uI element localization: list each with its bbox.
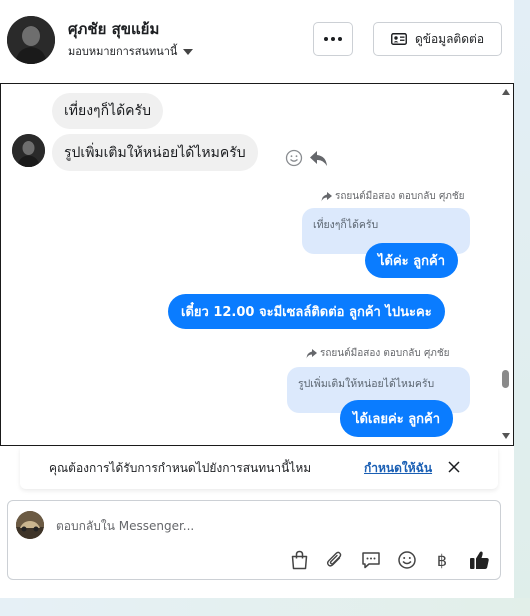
dot xyxy=(324,37,328,41)
assign-dropdown[interactable]: มอบหมายการสนทนานี้ xyxy=(68,42,194,60)
scroll-up-arrow-icon[interactable] xyxy=(502,89,510,95)
view-contact-label: ดูข้อมูลติดต่อ xyxy=(414,31,485,46)
scrollbar[interactable] xyxy=(501,86,511,442)
thumbs-up-icon xyxy=(469,551,489,569)
conversation-panel: ศุภชัย สุขแย้ม มอบหมายการสนทนานี้ ดูข้อม… xyxy=(0,0,514,598)
payment-button[interactable]: ฿ xyxy=(431,549,453,571)
notice-text: คุณต้องการได้รับการกำหนดไปยังการสนทนานี้… xyxy=(49,461,312,475)
reply-arrow-icon xyxy=(321,191,332,201)
caret-down-icon xyxy=(183,48,194,55)
dot xyxy=(338,37,342,41)
contact-avatar[interactable] xyxy=(7,16,55,64)
scroll-thumb[interactable] xyxy=(502,370,509,388)
baht-icon: ฿ xyxy=(436,550,448,570)
reply-meta-text: รถยนต์มือสอง ตอบกลับ ศุภชัย xyxy=(335,191,465,202)
shopping-bag-icon xyxy=(291,550,307,570)
message-composer[interactable]: ตอบกลับใน Messenger... ฿ xyxy=(7,500,501,580)
shopping-bag-button[interactable] xyxy=(288,549,310,571)
reply-icon[interactable] xyxy=(309,150,328,167)
incoming-message[interactable]: รูปเพิ่มเติมให้หน่อยได้ไหมครับ xyxy=(52,134,258,171)
assign-to-me-link[interactable]: กำหนดให้ฉัน xyxy=(364,459,432,478)
contact-card-icon xyxy=(391,33,407,45)
reply-arrow-icon xyxy=(306,348,317,358)
view-contact-button[interactable]: ดูข้อมูลติดต่อ xyxy=(373,22,502,56)
react-emoji-icon[interactable] xyxy=(285,149,303,167)
dot xyxy=(331,37,335,41)
message-thread[interactable]: เที่ยงๆก็ได้ครับ รูปเพิ่มเติมให้หน่อยได้… xyxy=(0,83,514,446)
outgoing-message[interactable]: เดี๋ยว 12.00 จะมีเซลล์ติดต่อ ลูกค้า ไปนะ… xyxy=(168,294,445,329)
paperclip-icon xyxy=(326,551,342,567)
incoming-message[interactable]: เที่ยงๆก็ได้ครับ xyxy=(52,93,163,129)
reply-indicator: รถยนต์มือสอง ตอบกลับ ศุภชัย xyxy=(306,346,450,361)
reply-input[interactable]: ตอบกลับใน Messenger... xyxy=(56,517,194,536)
reply-meta-text: รถยนต์มือสอง ตอบกลับ ศุภชัย xyxy=(320,348,450,359)
background-edge xyxy=(514,0,530,616)
assignment-notice: คุณต้องการได้รับการกำหนดไปยังการสนทนานี้… xyxy=(20,447,498,489)
scroll-down-arrow-icon[interactable] xyxy=(502,433,510,439)
outgoing-message[interactable]: ได้ค่ะ ลูกค้า xyxy=(365,243,459,278)
conversation-header: ศุภชัย สุขแย้ม มอบหมายการสนทนานี้ ดูข้อม… xyxy=(0,0,514,80)
emoji-icon xyxy=(398,551,416,569)
reply-indicator: รถยนต์มือสอง ตอบกลับ ศุภชัย xyxy=(321,189,465,204)
close-icon[interactable] xyxy=(447,460,461,474)
emoji-button[interactable] xyxy=(396,549,418,571)
saved-replies-button[interactable] xyxy=(360,549,382,571)
more-options-button[interactable] xyxy=(313,22,353,56)
background-edge xyxy=(0,598,530,616)
contact-avatar-small xyxy=(12,134,45,167)
like-button[interactable] xyxy=(468,549,490,571)
attach-button[interactable] xyxy=(324,549,346,571)
assign-label: มอบหมายการสนทนานี้ xyxy=(68,45,178,58)
outgoing-message[interactable]: ได้เลยค่ะ ลูกค้า xyxy=(340,400,454,437)
chat-bubble-icon xyxy=(362,552,380,569)
contact-name[interactable]: ศุภชัย สุขแย้ม xyxy=(68,17,159,41)
page-avatar xyxy=(16,511,44,539)
